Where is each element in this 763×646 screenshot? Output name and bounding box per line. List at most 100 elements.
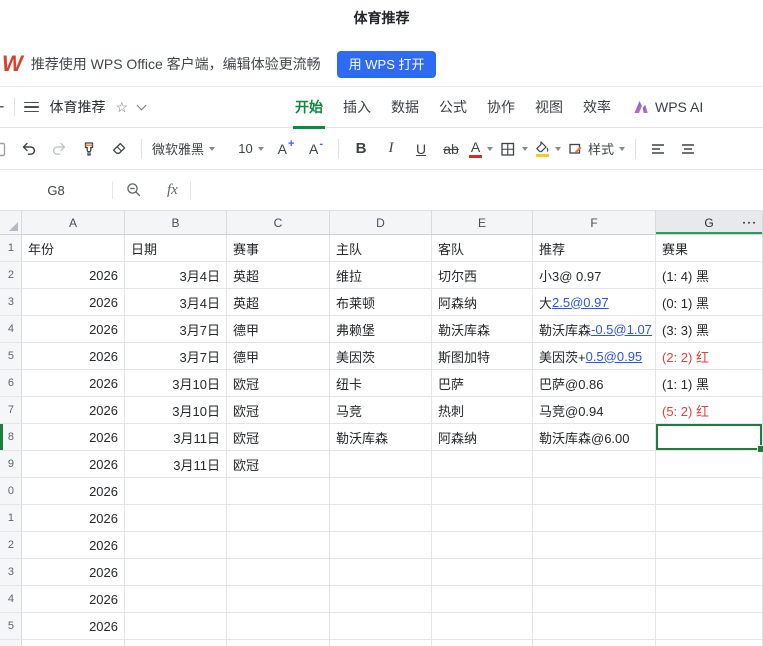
cell-A11[interactable]: 2026 (22, 505, 125, 532)
cell-G11[interactable] (656, 505, 763, 532)
cell-E13[interactable] (432, 559, 533, 586)
redo-icon[interactable] (47, 135, 71, 163)
cell-A6[interactable]: 2026 (22, 370, 125, 397)
cell-F9[interactable] (533, 451, 656, 478)
cell-G14[interactable] (656, 586, 763, 613)
cell-D6[interactable]: 纽卡 (330, 370, 432, 397)
cell-E1[interactable]: 客队 (432, 235, 533, 262)
cell-G7[interactable]: (5: 2) 红 (656, 397, 763, 424)
fill-handle[interactable] (757, 445, 763, 453)
cell-F6[interactable]: 巴萨@0.86 (533, 370, 656, 397)
cell-A15[interactable]: 2026 (22, 613, 125, 640)
cell-B5[interactable]: 3月7日 (125, 343, 227, 370)
cell-G2[interactable]: (1: 4) 黑 (656, 262, 763, 289)
italic-button[interactable]: I (379, 135, 403, 163)
cell-D8[interactable]: 勒沃库森 (330, 424, 432, 451)
row-header-9[interactable]: 9 (0, 451, 22, 478)
cell-F4[interactable]: 勒沃库森 -0.5@1.07 (533, 316, 656, 343)
row-header-2[interactable]: 2 (0, 262, 22, 289)
cell-E15[interactable] (432, 613, 533, 640)
cell-G8[interactable] (656, 424, 763, 453)
cell-D1[interactable]: 主队 (330, 235, 432, 262)
cell-D9[interactable] (330, 451, 432, 478)
eraser-icon[interactable] (107, 135, 131, 163)
cell-G1[interactable]: 赛果 (656, 235, 763, 262)
cell-G16[interactable] (656, 640, 763, 646)
cell-B1[interactable]: 日期 (125, 235, 227, 262)
cell-E3[interactable]: 阿森纳 (432, 289, 533, 316)
cell-A8[interactable]: 2026 (22, 424, 125, 451)
cell-F14[interactable] (533, 586, 656, 613)
row-header-12[interactable]: 2 (0, 532, 22, 559)
cell-E14[interactable] (432, 586, 533, 613)
cell-A2[interactable]: 2026 (22, 262, 125, 289)
cell-G15[interactable] (656, 613, 763, 640)
row-header-15[interactable]: 5 (0, 613, 22, 640)
format-painter-icon[interactable] (77, 135, 101, 163)
cell-F8[interactable]: 勒沃库森@6.00 (533, 424, 656, 451)
cell-E5[interactable]: 斯图加特 (432, 343, 533, 370)
wps-ai-button[interactable]: WPS AI (633, 99, 703, 115)
cell-C2[interactable]: 英超 (227, 262, 330, 289)
cell-D12[interactable] (330, 532, 432, 559)
cell-C8[interactable]: 欧冠 (227, 424, 330, 451)
column-header-C[interactable]: C (227, 211, 330, 234)
cell-F11[interactable] (533, 505, 656, 532)
hyperlink[interactable]: 2.5@0.97 (552, 295, 609, 310)
cell-G13[interactable] (656, 559, 763, 586)
tab-视图[interactable]: 视图 (535, 97, 563, 117)
column-header-G[interactable]: G (656, 211, 763, 234)
cell-E4[interactable]: 勒沃库森 (432, 316, 533, 343)
cell-D2[interactable]: 维拉 (330, 262, 432, 289)
cell-C13[interactable] (227, 559, 330, 586)
cell-A7[interactable]: 2026 (22, 397, 125, 424)
font-size-dropdown[interactable]: 10 (234, 135, 268, 163)
tab-插入[interactable]: 插入 (343, 97, 371, 117)
underline-button[interactable]: U (409, 135, 433, 163)
cell-C4[interactable]: 德甲 (227, 316, 330, 343)
cell-F16[interactable] (533, 640, 656, 646)
column-header-B[interactable]: B (125, 211, 227, 234)
cell-D16[interactable] (330, 640, 432, 646)
cell-C1[interactable]: 赛事 (227, 235, 330, 262)
cell-A5[interactable]: 2026 (22, 343, 125, 370)
borders-dropdown[interactable] (499, 135, 528, 163)
cell-D4[interactable]: 弗赖堡 (330, 316, 432, 343)
row-header-4[interactable]: 4 (0, 316, 22, 343)
row-header-11[interactable]: 1 (0, 505, 22, 532)
cell-G5[interactable]: (2: 2) 红 (656, 343, 763, 370)
tab-公式[interactable]: 公式 (439, 97, 467, 117)
formula-input[interactable] (191, 170, 763, 210)
cell-B2[interactable]: 3月4日 (125, 262, 227, 289)
cell-A4[interactable]: 2026 (22, 316, 125, 343)
cell-B10[interactable] (125, 478, 227, 505)
new-tab-button[interactable]: + (0, 97, 5, 118)
tab-开始[interactable]: 开始 (293, 97, 325, 129)
cell-B13[interactable] (125, 559, 227, 586)
cell-F1[interactable]: 推荐 (533, 235, 656, 262)
decrease-font-button[interactable]: A - (304, 135, 328, 163)
cell-G4[interactable]: (3: 3) 黑 (656, 316, 763, 343)
cell-E16[interactable] (432, 640, 533, 646)
row-header-14[interactable]: 4 (0, 586, 22, 613)
chevron-down-icon[interactable] (136, 100, 147, 111)
cell-F3[interactable]: 大 2.5@0.97 (533, 289, 656, 316)
cell-B3[interactable]: 3月4日 (125, 289, 227, 316)
more-columns-icon[interactable] (742, 221, 755, 224)
row-header-5[interactable]: 5 (0, 343, 22, 370)
row-header-3[interactable]: 3 (0, 289, 22, 316)
select-all-icon[interactable] (0, 211, 22, 234)
cell-C11[interactable] (227, 505, 330, 532)
cell-B7[interactable]: 3月10日 (125, 397, 227, 424)
tab-数据[interactable]: 数据 (391, 97, 419, 117)
cell-C3[interactable]: 英超 (227, 289, 330, 316)
cell-G10[interactable] (656, 478, 763, 505)
cell-A12[interactable]: 2026 (22, 532, 125, 559)
cell-style-dropdown[interactable]: 样式 (567, 135, 626, 163)
cell-D13[interactable] (330, 559, 432, 586)
row-header-10[interactable]: 0 (0, 478, 22, 505)
hamburger-icon[interactable] (23, 101, 39, 113)
cell-E11[interactable] (432, 505, 533, 532)
align-center-icon[interactable] (676, 135, 700, 163)
tab-协作[interactable]: 协作 (487, 97, 515, 117)
